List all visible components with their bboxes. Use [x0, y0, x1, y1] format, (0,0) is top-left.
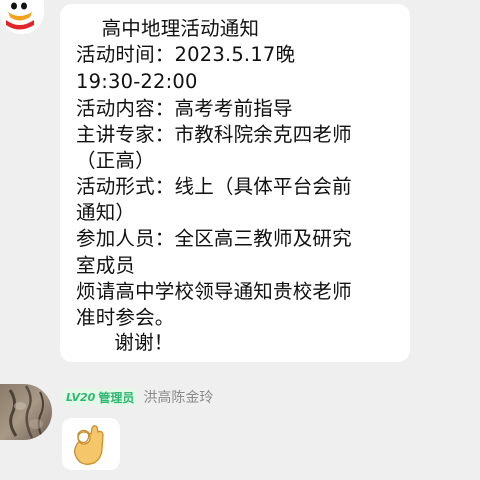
message-line: （正高） [76, 149, 155, 172]
message-line: 准时参会。 [76, 306, 175, 329]
sender-info: LV20 管理员 洪高陈金玲 [62, 386, 213, 408]
message-line: 主讲专家：市教科院余克四老师 [76, 123, 352, 146]
message-line: 烦请高中学校领导通知贵校老师 [76, 280, 352, 303]
message-line: 活动时间：2023.5.17晚 [76, 43, 296, 66]
ok-hand-icon [74, 425, 104, 465]
message-line: 19:30-22:00 [76, 70, 198, 93]
penguin-avatar-icon[interactable] [0, 0, 44, 34]
level-badge: LV20 管理员 [62, 388, 139, 406]
message-line: 通知） [76, 201, 136, 224]
message-line: 高中地理活动通知 [76, 17, 260, 40]
message-bubble[interactable]: 高中地理活动通知 活动时间：2023.5.17晚 19:30-22:00 活动内… [60, 4, 410, 362]
sender-name[interactable]: 洪高陈金玲 [143, 387, 213, 407]
chat-view: 高中地理活动通知 活动时间：2023.5.17晚 19:30-22:00 活动内… [0, 0, 480, 480]
level-label: LV20 [66, 390, 96, 404]
sender-avatar[interactable] [0, 384, 52, 440]
emoji-message-bubble[interactable] [62, 418, 120, 470]
message-line: 室成员 [76, 254, 136, 277]
message-line: 活动形式：线上（具体平台会前 [76, 175, 352, 198]
message-line: 活动内容：高考考前指导 [76, 97, 293, 120]
message-line: 谢谢！ [76, 331, 174, 354]
message-line: 参加人员：全区高三教师及研究 [76, 227, 352, 250]
role-label: 管理员 [98, 390, 135, 405]
